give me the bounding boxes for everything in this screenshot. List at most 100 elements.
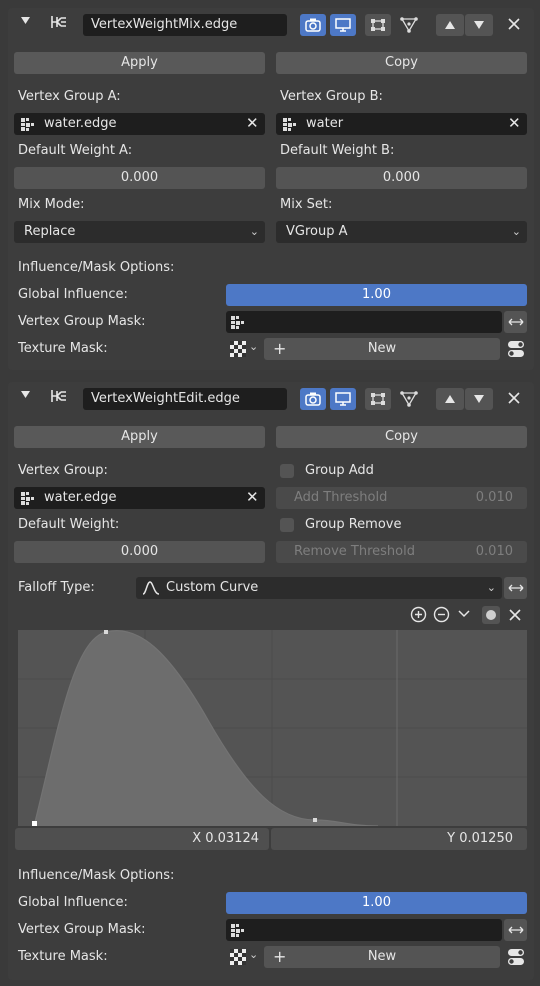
invert-falloff-button[interactable] <box>504 577 527 599</box>
curve-editor[interactable] <box>18 630 527 826</box>
vertex-group-a-field[interactable]: water.edge ✕ <box>14 113 265 135</box>
cage-toggle[interactable] <box>396 388 422 410</box>
mix-set-dropdown[interactable]: VGroup A ⌄ <box>276 221 527 243</box>
group-add-checkbox[interactable] <box>280 464 294 478</box>
clear-icon[interactable]: ✕ <box>508 116 521 131</box>
move-down-button[interactable] <box>465 388 493 410</box>
swap-icon <box>508 583 524 593</box>
falloff-type-dropdown[interactable]: Custom Curve ⌄ <box>136 577 502 599</box>
vertex-group-mask-label: Vertex Group Mask: <box>18 314 146 329</box>
edit-header: VertexWeightEdit.edge <box>8 382 534 410</box>
global-influence-slider[interactable]: 1.00 <box>226 284 527 306</box>
remove-threshold-label: Remove Threshold <box>294 544 415 559</box>
move-up-button[interactable] <box>436 14 464 36</box>
zoom-in-icon[interactable] <box>410 606 427 623</box>
texture-browse-button[interactable]: ⌄ <box>226 338 262 360</box>
close-icon[interactable] <box>508 18 520 30</box>
render-toggle[interactable] <box>300 14 326 36</box>
plus-icon: + <box>273 339 287 358</box>
dot-icon <box>486 610 496 620</box>
mix-apply-button[interactable]: Apply <box>14 52 265 74</box>
vertex-group-b-field[interactable]: water ✕ <box>276 113 527 135</box>
invert-mask-button[interactable] <box>504 311 527 333</box>
curve-x-field[interactable]: X 0.03124 <box>15 828 269 850</box>
group-remove-checkbox[interactable] <box>280 518 294 532</box>
chevron-down-icon[interactable] <box>458 610 470 618</box>
default-weight-a-label: Default Weight A: <box>18 143 133 158</box>
viewport-toggle[interactable] <box>330 388 356 410</box>
edit-copy-button[interactable]: Copy <box>276 426 527 448</box>
camera-icon <box>305 392 321 406</box>
vertex-group-field[interactable]: water.edge ✕ <box>14 487 265 509</box>
texture-new-button[interactable]: + New <box>264 338 500 360</box>
arrow-up-icon <box>445 395 455 403</box>
global-influence-label: Global Influence: <box>18 287 128 302</box>
global-influence-slider[interactable]: 1.00 <box>226 892 527 914</box>
edit-mode-icon <box>370 18 386 32</box>
chevron-down-icon: ⌄ <box>249 948 259 961</box>
remove-threshold-value: 0.010 <box>475 544 513 559</box>
move-down-button[interactable] <box>465 14 493 36</box>
viewport-toggle[interactable] <box>330 14 356 36</box>
mix-copy-button[interactable]: Copy <box>276 52 527 74</box>
curve-y-field[interactable]: Y 0.01250 <box>271 828 527 850</box>
edit-mode-toggle[interactable] <box>365 14 391 36</box>
chevron-down-icon: ⌄ <box>486 581 496 594</box>
vertex-group-mask-field[interactable] <box>226 919 502 941</box>
vertex-group-mask-field[interactable] <box>226 311 502 333</box>
checker-texture-icon <box>230 949 246 965</box>
collapse-triangle-icon[interactable] <box>20 389 31 400</box>
curve-point[interactable] <box>104 630 108 634</box>
vertex-group-b-label: Vertex Group B: <box>280 89 383 104</box>
invert-mask-button[interactable] <box>504 919 527 941</box>
camera-icon <box>305 18 321 32</box>
curve-point-selected[interactable] <box>32 821 37 826</box>
group-remove-label: Group Remove <box>305 517 402 532</box>
clip-toggle[interactable] <box>482 606 500 624</box>
vertex-weight-edit-panel: VertexWeightEdit.edge Apply Copy Vertex … <box>8 382 534 980</box>
global-influence-label: Global Influence: <box>18 895 128 910</box>
arrow-up-icon <box>445 21 455 29</box>
mix-set-value: VGroup A <box>286 224 348 239</box>
remove-threshold-field[interactable]: Remove Threshold 0.010 <box>276 541 527 563</box>
render-toggle[interactable] <box>300 388 326 410</box>
vertex-group-a-label: Vertex Group A: <box>18 89 121 104</box>
clear-icon[interactable]: ✕ <box>246 116 259 131</box>
curve-point[interactable] <box>313 818 317 822</box>
default-weight-b-field[interactable]: 0.000 <box>276 167 527 189</box>
edit-mode-toggle[interactable] <box>365 388 391 410</box>
texture-settings-button[interactable] <box>504 946 527 968</box>
toggle-icon <box>507 948 525 966</box>
falloff-curve-graph[interactable] <box>18 630 527 826</box>
move-up-button[interactable] <box>436 388 464 410</box>
cage-toggle[interactable] <box>396 14 422 36</box>
arrow-down-icon <box>474 395 484 403</box>
mix-mode-dropdown[interactable]: Replace ⌄ <box>14 221 265 243</box>
default-weight-b-label: Default Weight B: <box>280 143 395 158</box>
clear-icon[interactable]: ✕ <box>246 490 259 505</box>
vertex-group-a-value: water.edge <box>44 116 117 131</box>
add-threshold-field[interactable]: Add Threshold 0.010 <box>276 487 527 509</box>
falloff-type-value: Custom Curve <box>166 580 259 595</box>
swap-icon <box>508 925 524 935</box>
texture-browse-button[interactable]: ⌄ <box>226 946 262 968</box>
curve-y-value: Y 0.01250 <box>447 831 513 846</box>
edit-modifier-name-field[interactable]: VertexWeightEdit.edge <box>83 388 287 410</box>
vertex-group-b-value: water <box>306 116 344 131</box>
influence-options-label: Influence/Mask Options: <box>18 868 175 883</box>
close-icon[interactable] <box>509 609 521 621</box>
default-weight-a-field[interactable]: 0.000 <box>14 167 265 189</box>
vertex-weight-modifier-icon <box>49 387 69 405</box>
collapse-triangle-icon[interactable] <box>20 15 31 26</box>
default-weight-field[interactable]: 0.000 <box>14 541 265 563</box>
texture-settings-button[interactable] <box>504 338 527 360</box>
close-icon[interactable] <box>508 392 520 404</box>
falloff-type-label: Falloff Type: <box>18 580 95 595</box>
zoom-out-icon[interactable] <box>433 606 450 623</box>
edit-apply-button[interactable]: Apply <box>14 426 265 448</box>
mix-modifier-name-field[interactable]: VertexWeightMix.edge <box>83 14 287 36</box>
vertex-group-icon <box>282 117 297 132</box>
vertex-group-mask-label: Vertex Group Mask: <box>18 922 146 937</box>
texture-new-button[interactable]: + New <box>264 946 500 968</box>
chevron-down-icon: ⌄ <box>249 225 259 238</box>
